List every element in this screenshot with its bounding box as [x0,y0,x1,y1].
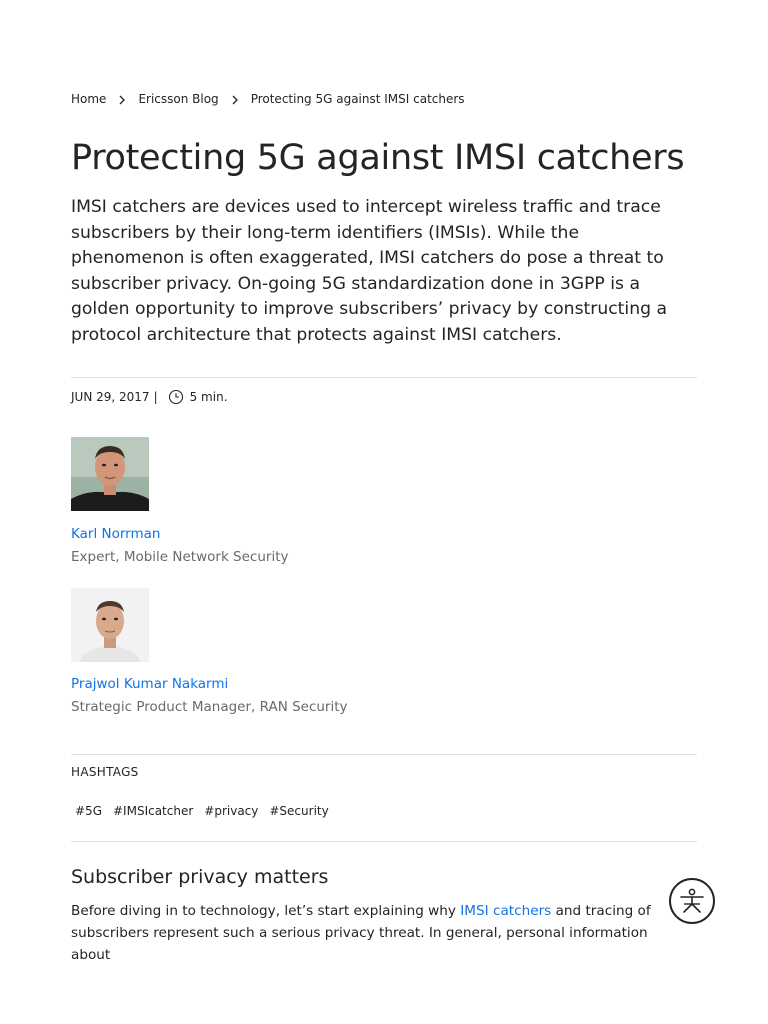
author-role: Strategic Product Manager, RAN Security [71,699,348,715]
hashtag-security[interactable]: #Security [265,802,332,820]
read-time: 5 min. [189,390,228,404]
divider [71,377,697,378]
publish-date: JUN 29, 2017 [71,390,150,404]
imsi-catchers-link[interactable]: IMSI catchers [460,903,551,919]
hashtag-privacy[interactable]: #privacy [200,802,262,820]
breadcrumb-current-page[interactable]: Protecting 5G against IMSI catchers [251,92,465,106]
hashtag-5g[interactable]: #5G [71,802,106,820]
accessibility-button[interactable] [669,878,715,924]
hashtag-imsicatcher[interactable]: #IMSIcatcher [109,802,197,820]
author-name[interactable]: Karl Norrman [71,526,289,542]
clock-icon [168,389,183,405]
chevron-right-icon [112,92,132,106]
author-role: Expert, Mobile Network Security [71,549,289,565]
avatar[interactable] [71,437,149,511]
author-card: Karl Norrman Expert, Mobile Network Secu… [71,437,289,565]
body-paragraph: Before diving in to technology, let’s st… [71,900,681,966]
page-title: Protecting 5G against IMSI catchers [71,138,685,178]
divider [71,754,697,755]
meta-separator: | [153,390,158,404]
section-heading: Subscriber privacy matters [71,866,329,888]
breadcrumb-home[interactable]: Home [71,92,106,106]
breadcrumb: Home Ericsson Blog Protecting 5G against… [71,92,465,106]
hashtag-list: #5G #IMSIcatcher #privacy #Security [71,802,336,820]
hashtags-label: HASHTAGS [71,765,139,779]
chevron-right-icon [225,92,245,106]
body-text: Before diving in to technology, let’s st… [71,903,461,919]
avatar[interactable] [71,588,149,662]
accessibility-icon [680,888,704,913]
breadcrumb-ericsson-blog[interactable]: Ericsson Blog [138,92,218,106]
article-meta: JUN 29, 2017 | 5 min. [71,389,228,405]
author-name[interactable]: Prajwol Kumar Nakarmi [71,676,348,692]
article-lead: IMSI catchers are devices used to interc… [71,197,667,345]
author-card: Prajwol Kumar Nakarmi Strategic Product … [71,588,348,715]
divider [71,841,697,842]
